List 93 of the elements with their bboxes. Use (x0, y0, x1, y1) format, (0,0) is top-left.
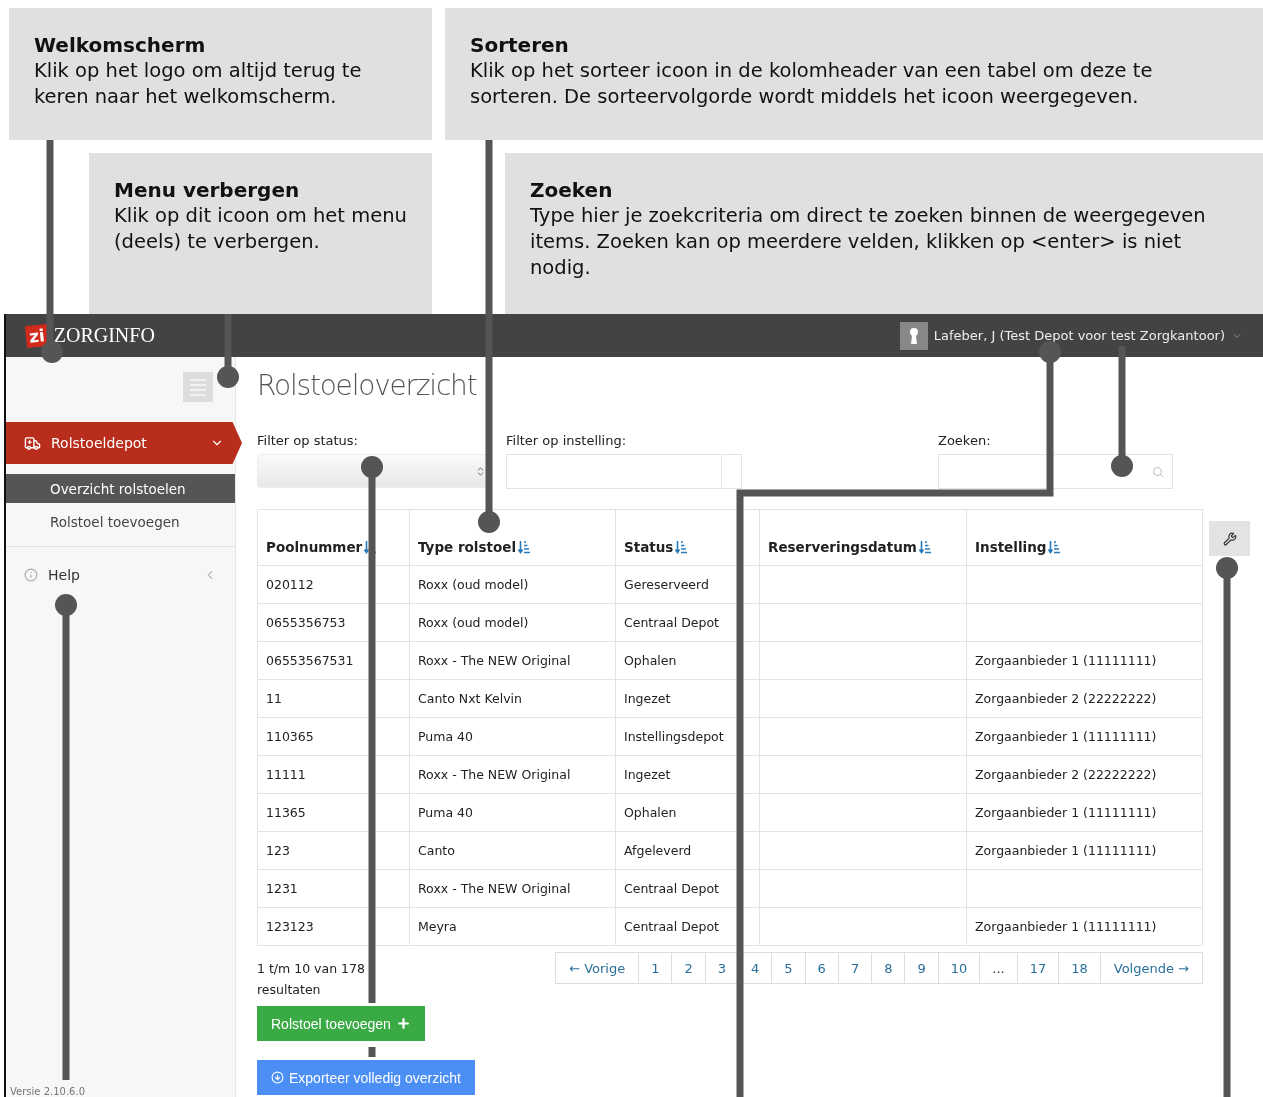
pagination-link[interactable]: 3 (704, 952, 740, 984)
table-cell: Zorgaanbieder 1 (11111111) (966, 717, 1203, 756)
table-cell: Zorgaanbieder 2 (22222222) (966, 755, 1203, 794)
instelling-field[interactable] (506, 454, 742, 489)
pagination-ellipsis[interactable]: ... (979, 952, 1018, 984)
table-cell: Roxx - The NEW Original (409, 755, 616, 794)
search-icon (1152, 465, 1164, 478)
table-cell: Afgeleverd (615, 831, 760, 870)
filter-label: Filter op status: (257, 433, 359, 448)
menu-item[interactable]: Help (6, 555, 235, 595)
search-field[interactable] (938, 454, 1173, 489)
table-cell: Zorgaanbieder 2 (22222222) (966, 679, 1203, 718)
status-select[interactable] (257, 454, 489, 488)
sort-icon[interactable] (1048, 540, 1061, 554)
table-cell: Puma 40 (409, 793, 616, 832)
pagination-link[interactable]: 1 (638, 952, 673, 984)
table-cell: Roxx (oud model) (409, 565, 616, 604)
sort-icon[interactable] (918, 540, 931, 554)
table-cell: Zorgaanbieder 1 (11111111) (966, 831, 1203, 870)
table-cell: Zorgaanbieder 1 (11111111) (966, 907, 1203, 946)
download-icon (271, 1071, 284, 1084)
pagination-link[interactable]: 2 (671, 952, 706, 984)
export-button[interactable]: Exporteer volledig overzicht (257, 1060, 475, 1095)
column-header: Reserveringsdatum (759, 509, 967, 566)
callout-text: Klik op het sorteer icoon in de kolomheader van een tabel om deze te sorteren. De sorteervolgorde wordt middels het icoon weergegeven. (470, 58, 1154, 110)
menu-toggle-button[interactable] (183, 372, 213, 402)
table-cell: Instellingsdepot (615, 717, 760, 756)
table-cell: Centraal Depot (615, 603, 760, 642)
table-cell: 06553567531 (257, 641, 410, 680)
callout-title: Menu verbergen (114, 177, 301, 203)
menu-item[interactable]: Rolstoeldepot (6, 422, 242, 464)
callout-title: Welkomscherm (34, 32, 207, 58)
filter-label: Filter op instelling: (506, 433, 628, 448)
pagination-link[interactable]: 5 (771, 952, 806, 984)
sort-icon[interactable] (518, 540, 531, 554)
callout-text: Klik op dit icoon om het menu (deels) te verbergen. (114, 203, 407, 255)
column-header: Poolnummer (257, 509, 410, 566)
pagination-link[interactable]: 7 (837, 952, 873, 984)
table-cell: 1231 (257, 869, 410, 908)
table-cell: 11365 (257, 793, 410, 832)
pagination-link[interactable]: ← Vorige (555, 952, 640, 984)
table-cell: Ophalen (615, 641, 760, 680)
table-cell: 123 (257, 831, 410, 870)
ambulance-icon (24, 434, 41, 452)
table-cell: Meyra (409, 907, 616, 946)
pagination-link[interactable]: 6 (804, 952, 839, 984)
table-cell: Zorgaanbieder 1 (11111111) (966, 641, 1203, 680)
logo[interactable]: zi ZORGINFO (26, 324, 155, 347)
table-cell: Canto Nxt Kelvin (409, 679, 616, 718)
table-cell: Centraal Depot (615, 907, 760, 946)
updown-icon (475, 465, 486, 477)
table-cell: Ingezet (615, 755, 760, 794)
pagination-link[interactable]: 10 (937, 952, 981, 984)
user-menu[interactable]: Lafeber, J (Test Depot voor test Zorgkantoor) (899, 321, 1243, 350)
sort-icon[interactable] (675, 540, 688, 554)
table-cell: Gereserveerd (615, 565, 760, 604)
table-cell: Ingezet (615, 679, 760, 718)
table-cell: 11 (257, 679, 410, 718)
pagination-link[interactable]: 18 (1058, 952, 1101, 984)
wrench-icon (1222, 531, 1237, 546)
results-count: 1 t/m 10 van 178 resultaten (257, 960, 366, 999)
table-cell: Canto (409, 831, 616, 870)
info-icon (24, 568, 38, 582)
table-cell: 020112 (257, 565, 410, 604)
table-cell: Ophalen (615, 793, 760, 832)
page-title: Rolstoeloverzicht (257, 369, 477, 404)
submenu-item[interactable]: Overzicht rolstoelen (6, 474, 235, 503)
table-cell: Puma 40 (409, 717, 616, 756)
table-cell: Centraal Depot (615, 869, 760, 908)
pagination-link[interactable]: 17 (1016, 952, 1060, 984)
table-cell: Roxx - The NEW Original (409, 641, 616, 680)
pagination-link[interactable]: 8 (871, 952, 906, 984)
pagination-link[interactable]: 9 (904, 952, 939, 984)
pagination-link[interactable]: Volgende → (1099, 952, 1203, 984)
callout-title: Sorteren (470, 32, 570, 58)
submenu-item[interactable]: Rolstoel toevoegen (6, 507, 235, 536)
plus-icon (395, 1016, 411, 1031)
callout-title: Zoeken (530, 177, 614, 203)
table-cell: 110365 (257, 717, 410, 756)
table-cell: Roxx - The NEW Original (409, 869, 616, 908)
table-cell: Roxx (oud model) (409, 603, 616, 642)
table-cell: 123123 (257, 907, 410, 946)
callout-text: Klik op het logo om altijd terug te keren naar het welkomscherm. (34, 58, 363, 110)
filter-label: Zoeken: (938, 433, 992, 448)
table-cell: Zorgaanbieder 1 (11111111) (966, 793, 1203, 832)
add-button[interactable]: Rolstoel toevoegen (257, 1006, 425, 1041)
table-cell: 0655356753 (257, 603, 410, 642)
table-cell: 11111 (257, 755, 410, 794)
callout-text: Type hier je zoekcriteria om direct te zoeken binnen de weergegeven items. Zoeken kan op meerdere velden, klikken op <enter> is niet nodig. (530, 203, 1207, 281)
column-header: Instelling (966, 509, 1203, 566)
settings-button[interactable] (1209, 521, 1250, 556)
column-header: Status (615, 509, 760, 566)
version-text: Versie 2.10.6.0 (10, 1086, 85, 1097)
